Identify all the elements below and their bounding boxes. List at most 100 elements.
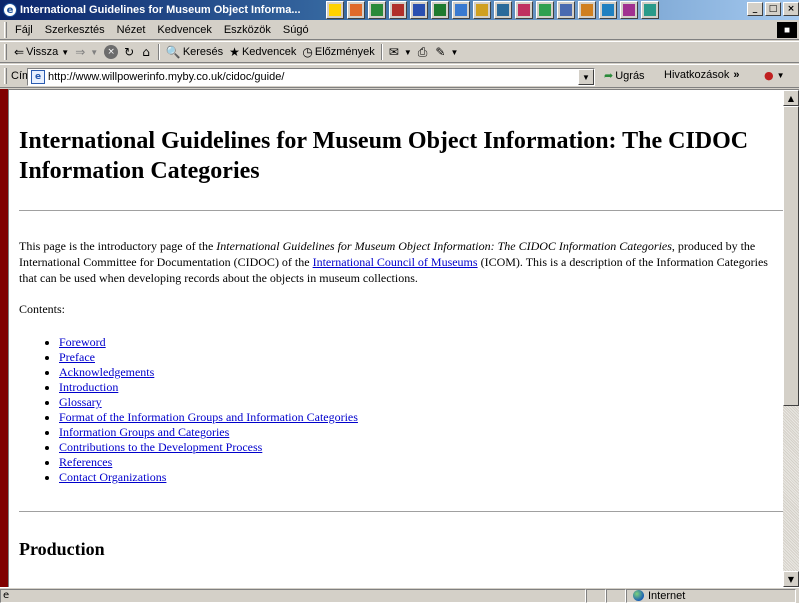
address-url[interactable]: http://www.willpowerinfo.myby.co.uk/cido… [48,71,284,83]
toc-link-introduction[interactable]: Introduction [59,380,118,394]
ie-app-icon[interactable]: e [3,3,17,17]
toc-link-foreword[interactable]: Foreword [59,335,106,349]
scrollbar-thumb[interactable] [783,106,799,406]
favorites-button[interactable]: ★ Kedvencek [226,45,299,59]
print-icon: ⎙ [417,44,428,59]
go-button[interactable]: ➦ Ugrás [604,69,645,82]
toc-link-preface[interactable]: Preface [59,350,95,364]
contents-label: Contents: [19,302,66,316]
zone-pane: Internet [626,588,796,603]
address-input[interactable]: e http://www.willpowerinfo.myby.co.uk/ci… [27,68,595,86]
toolbar-grip[interactable] [4,68,7,84]
extra-toolbar-button[interactable]: ● ▼ [764,69,785,82]
list-item: Foreword [59,335,783,350]
menu-favorites[interactable]: Kedvencek [151,24,217,36]
page-status-icon: e [3,590,10,601]
stop-button[interactable]: × [101,45,121,59]
menu-tools[interactable]: Eszközök [218,24,277,36]
quick-launch-icon[interactable] [389,1,407,19]
section-heading: Production [19,539,105,559]
address-bar: Cím e http://www.willpowerinfo.myby.co.u… [0,64,799,88]
table-of-contents: Foreword Preface Acknowledgements Introd… [59,335,783,485]
quick-launch-icon[interactable] [347,1,365,19]
status-text-pane: e [0,588,586,603]
history-button[interactable]: ◷ Előzmények [299,45,377,59]
address-dropdown-button[interactable]: ▼ [578,69,594,85]
standard-toolbar: ⇐ Vissza ▼ ⇒ ▼ × ↻ ⌂ 🔍 Keresés ★ Kedvenc… [0,41,799,63]
toc-link-format[interactable]: Format of the Information Groups and Inf… [59,410,358,424]
quick-launch-icon[interactable] [494,1,512,19]
back-arrow-icon: ⇐ [14,45,25,59]
stop-icon: × [104,45,119,59]
quick-launch-icon[interactable] [452,1,470,19]
go-label: Ugrás [615,69,645,82]
mail-button[interactable]: ✉ ▼ [386,45,415,59]
back-button[interactable]: ⇐ Vissza ▼ [11,45,72,59]
quick-launch-icon[interactable] [515,1,533,19]
quick-launch-icon[interactable] [620,1,638,19]
toc-link-glossary[interactable]: Glossary [59,395,102,409]
search-button[interactable]: 🔍 Keresés [163,45,226,59]
refresh-icon: ↻ [124,45,135,59]
menu-edit[interactable]: Szerkesztés [39,24,111,36]
forward-button[interactable]: ⇒ ▼ [72,45,101,59]
quick-launch-icon[interactable] [599,1,617,19]
vertical-scrollbar[interactable]: ▲ ▼ [783,90,799,587]
toolbar-grip[interactable] [4,44,7,60]
list-item: Preface [59,350,783,365]
window-title: International Guidelines for Museum Obje… [20,4,301,16]
toc-link-contacts[interactable]: Contact Organizations [59,470,166,484]
chevron-down-icon[interactable]: ▼ [404,48,412,57]
chevron-down-icon[interactable]: ▼ [450,48,458,57]
menu-view[interactable]: Nézet [111,24,152,36]
quick-launch-icon[interactable] [473,1,491,19]
toc-link-groups[interactable]: Information Groups and Categories [59,425,229,439]
globe-icon [633,590,644,601]
quick-launch-icons [326,1,659,19]
toc-link-references[interactable]: References [59,455,112,469]
chevron-down-icon[interactable]: ▼ [777,71,785,80]
quick-launch-icon[interactable] [557,1,575,19]
toc-link-acknowledgements[interactable]: Acknowledgements [59,365,154,379]
word-icon[interactable] [410,1,428,19]
divider [19,511,783,513]
quick-launch-icon[interactable] [641,1,659,19]
home-icon: ⌂ [142,45,150,59]
toc-link-contributions[interactable]: Contributions to the Development Process [59,440,262,454]
page-icon: e [31,70,45,84]
status-pane [586,588,606,603]
toolbar-grip[interactable] [4,21,7,38]
quick-launch-icon[interactable] [536,1,554,19]
menu-help[interactable]: Súgó [277,24,315,36]
go-arrow-icon: ➦ [604,69,614,82]
browser-content: International Guidelines for Museum Obje… [8,89,799,587]
search-icon: 🔍 [165,45,181,59]
quick-launch-icon[interactable] [326,1,344,19]
refresh-button[interactable]: ↻ [121,45,139,59]
favorites-icon: ★ [229,45,240,59]
intro-paragraph: This page is the introductory page of th… [19,238,783,286]
icom-link[interactable]: International Council of Museums [313,255,478,269]
scroll-up-button[interactable]: ▲ [783,90,799,106]
links-button[interactable]: Hivatkozások » [664,69,740,81]
quick-launch-icon[interactable] [368,1,386,19]
quick-launch-icon[interactable] [578,1,596,19]
edit-button[interactable]: ✎ ▼ [432,45,461,59]
maximize-button[interactable]: □ [765,2,781,16]
windows-logo-icon: ■ [777,22,797,38]
status-bar: e Internet [0,587,799,603]
messenger-icon: ● [764,69,774,82]
scroll-down-button[interactable]: ▼ [783,571,799,587]
home-button[interactable]: ⌂ [139,45,155,59]
close-button[interactable]: × [783,2,799,16]
window-controls: _ □ × [747,2,799,16]
list-item: Glossary [59,395,783,410]
excel-icon[interactable] [431,1,449,19]
minimize-button[interactable]: _ [747,2,763,16]
chevron-down-icon[interactable]: ▼ [61,48,69,57]
chevron-right-icon: » [733,69,740,81]
toolbar-separator [157,44,160,60]
print-button[interactable]: ⎙ [415,45,433,60]
chevron-down-icon[interactable]: ▼ [90,48,98,57]
menu-file[interactable]: Fájl [11,24,39,36]
